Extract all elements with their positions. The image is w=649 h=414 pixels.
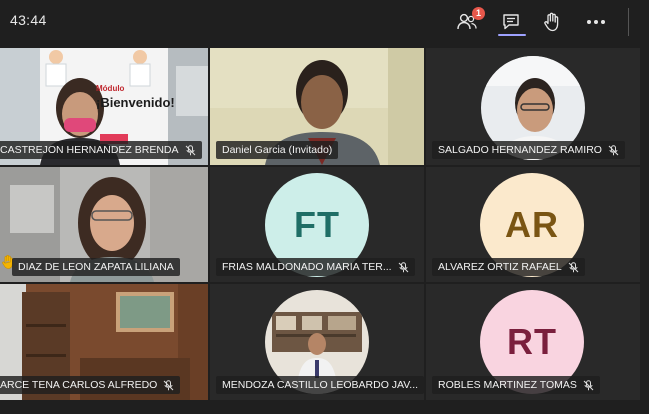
participant-name: FRIAS MALDONADO MARIA TER... xyxy=(222,261,392,273)
participant-tile[interactable]: ARCE TENA CARLOS ALFREDO xyxy=(0,284,208,400)
raise-hand-button[interactable] xyxy=(539,9,565,35)
mic-muted-icon xyxy=(398,261,409,273)
raise-hand-icon xyxy=(543,12,561,32)
name-tag: MENDOZA CASTILLO LEOBARDO JAV... xyxy=(216,376,424,394)
participant-tile[interactable]: MENDOZA CASTILLO LEOBARDO JAV... xyxy=(210,284,424,400)
mic-muted-icon xyxy=(583,379,594,391)
participant-name: SALGADO HERNANDEZ RAMIRO xyxy=(438,144,602,156)
mic-muted-icon xyxy=(568,261,579,273)
participant-tile[interactable]: RT ROBLES MARTINEZ TOMAS xyxy=(426,284,640,400)
call-timer: 43:44 xyxy=(10,12,47,28)
participant-name: ARCE TENA CARLOS ALFREDO xyxy=(0,379,158,391)
background-sign-line2: ¡Bienvenido! xyxy=(96,95,175,110)
name-tag: CASTREJON HERNANDEZ BRENDA xyxy=(0,141,202,159)
name-tag: Daniel Garcia (Invitado) xyxy=(216,141,339,159)
more-options-button[interactable] xyxy=(583,9,609,35)
name-tag: DIAZ DE LEON ZAPATA LILIANA xyxy=(12,258,180,276)
name-tag: SALGADO HERNANDEZ RAMIRO xyxy=(432,141,625,159)
toolbar-divider xyxy=(628,8,629,36)
participant-name: DIAZ DE LEON ZAPATA LILIANA xyxy=(18,261,174,273)
background-sign-line1: Módulo xyxy=(96,84,125,93)
chat-active-indicator xyxy=(498,34,526,36)
name-tag: ROBLES MARTINEZ TOMAS xyxy=(432,376,600,394)
participant-tile[interactable]: SALGADO HERNANDEZ RAMIRO xyxy=(426,48,640,165)
mic-muted-icon xyxy=(185,144,196,156)
participant-tile[interactable]: FT FRIAS MALDONADO MARIA TER... xyxy=(210,167,424,282)
name-tag: FRIAS MALDONADO MARIA TER... xyxy=(216,258,415,276)
background-sign: Módulo ¡Bienvenido! xyxy=(96,84,175,122)
mic-muted-icon xyxy=(608,144,619,156)
more-options-icon xyxy=(586,19,606,25)
participant-tile[interactable]: AR ALVAREZ ORTIZ RAFAEL xyxy=(426,167,640,282)
participant-name: Daniel Garcia (Invitado) xyxy=(222,144,333,156)
chat-icon xyxy=(502,13,520,31)
participant-grid: Módulo ¡Bienvenido! CASTREJON HERNANDEZ … xyxy=(0,48,640,400)
name-tag: ALVAREZ ORTIZ RAFAEL xyxy=(432,258,585,276)
participant-tile[interactable]: DIAZ DE LEON ZAPATA LILIANA xyxy=(0,167,208,282)
participant-name: MENDOZA CASTILLO LEOBARDO JAV... xyxy=(222,379,419,391)
name-tag: ARCE TENA CARLOS ALFREDO xyxy=(0,376,181,394)
participants-badge: 1 xyxy=(472,7,485,20)
participant-tile[interactable]: Daniel Garcia (Invitado) xyxy=(210,48,424,165)
participant-name: ROBLES MARTINEZ TOMAS xyxy=(438,379,577,391)
participant-tile[interactable]: Módulo ¡Bienvenido! CASTREJON HERNANDEZ … xyxy=(0,48,208,165)
participant-name: CASTREJON HERNANDEZ BRENDA xyxy=(0,144,179,156)
mic-muted-icon xyxy=(163,379,174,391)
call-toolbar: 43:44 1 xyxy=(0,0,649,44)
participant-name: ALVAREZ ORTIZ RAFAEL xyxy=(438,261,562,273)
chat-button[interactable] xyxy=(498,9,524,35)
